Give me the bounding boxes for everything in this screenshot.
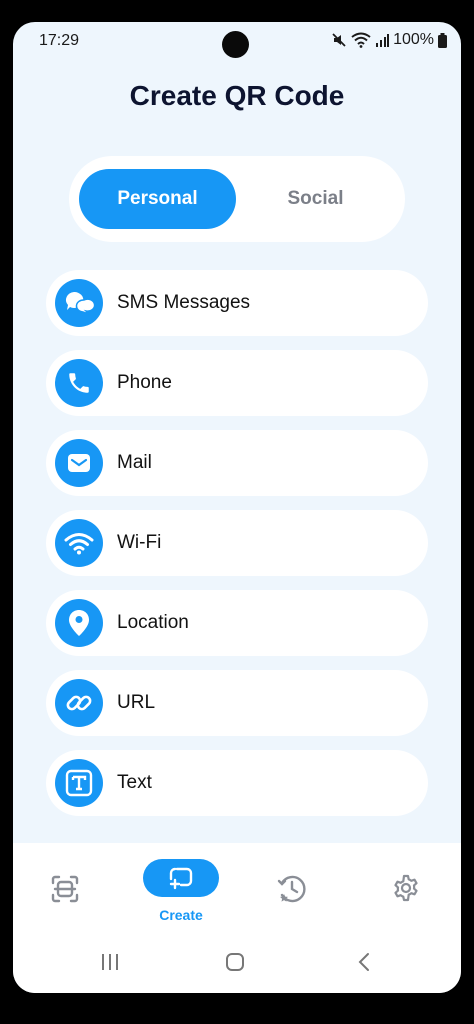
nav-settings[interactable] [391,873,421,903]
settings-icon [394,874,418,902]
mute-icon [332,33,346,47]
history-icon [277,875,306,903]
list-item-wifi[interactable]: Wi-Fi [46,510,428,576]
chat-bubbles-icon [55,279,103,327]
list-item-label: Phone [117,372,172,393]
text-icon [55,759,103,807]
create-pill [143,859,219,897]
list-item-label: Location [117,612,189,633]
nav-create[interactable]: Create [143,859,219,923]
wifi-icon [351,32,371,48]
home-icon [226,953,244,971]
phone-icon [55,359,103,407]
tab-social[interactable]: Social [237,169,394,229]
list-item-label: Wi-Fi [117,532,162,553]
system-recents-button[interactable] [100,952,120,977]
list-item-mail[interactable]: Mail [46,430,428,496]
location-pin-icon [55,599,103,647]
list-item-text[interactable]: Text [46,750,428,816]
battery-percent: 100% [393,31,434,48]
list-item-label: URL [117,692,156,713]
list-item-sms[interactable]: SMS Messages [46,270,428,336]
list-item-url[interactable]: URL [46,670,428,736]
back-icon [358,953,369,971]
create-icon [169,867,193,890]
system-back-button[interactable] [355,952,375,977]
mail-icon [55,439,103,487]
link-icon [55,679,103,727]
battery-icon [438,32,447,48]
recents-icon [102,954,118,970]
status-time: 17:29 [39,32,80,49]
wifi-icon [55,519,103,567]
list-item-label: SMS Messages [117,292,251,313]
nav-history[interactable] [276,873,308,905]
status-bar: 17:29 100% [13,22,461,62]
phone-screen: 17:29 100% Create QR Code Personal Socia… [13,22,461,993]
list-item-label: Text [117,772,152,793]
list-item-label: Mail [117,452,152,473]
nav-create-label: Create [159,907,203,923]
page-title: Create QR Code [129,80,345,111]
tab-personal[interactable]: Personal [79,169,236,229]
list-item-phone[interactable]: Phone [46,350,428,416]
signal-icon [376,34,390,47]
status-icons: 100% [331,31,447,49]
front-camera [222,31,249,58]
nav-scan[interactable] [49,873,81,905]
system-home-button[interactable] [225,952,245,977]
scan-icon [51,875,79,903]
list-item-location[interactable]: Location [46,590,428,656]
qr-type-list: SMS Messages Phone Mail Wi-Fi Location U… [46,270,428,830]
tab-switcher: Personal Social [69,156,405,242]
